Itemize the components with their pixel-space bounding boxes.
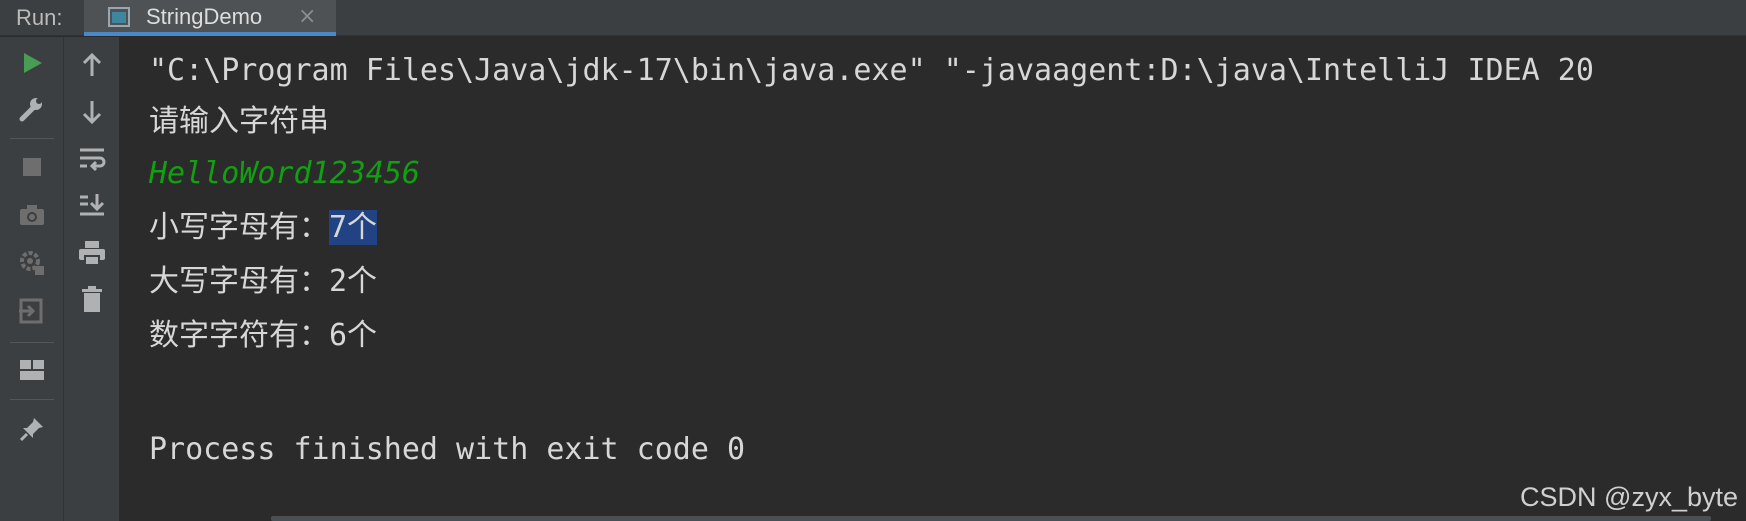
down-arrow-icon[interactable]	[72, 92, 112, 132]
print-icon[interactable]	[72, 233, 112, 273]
layout-icon[interactable]	[12, 350, 52, 390]
digit-count-line: 数字字符有：6个	[149, 318, 378, 353]
command-line: "C:\Program Files\Java\jdk-17\bin\java.e…	[149, 53, 1594, 88]
exit-icon[interactable]	[12, 291, 52, 331]
settings-icon[interactable]	[12, 243, 52, 283]
console-output[interactable]: "C:\Program Files\Java\jdk-17\bin\java.e…	[121, 37, 1746, 521]
run-toolbar-secondary	[64, 37, 120, 521]
stop-icon[interactable]	[12, 147, 52, 187]
run-label: Run:	[16, 5, 63, 30]
lowercase-label: 小写字母有：	[149, 210, 329, 245]
user-input-line: HelloWord123456	[149, 156, 420, 191]
lowercase-count-line: 小写字母有：7个	[149, 208, 378, 248]
toolbar-separator	[10, 342, 54, 343]
rerun-icon[interactable]	[12, 43, 52, 83]
watermark: CSDN @zyx_byte	[1520, 482, 1738, 512]
prompt-line: 请输入字符串	[149, 104, 329, 139]
console-window-icon	[108, 7, 130, 27]
horizontal-scrollbar[interactable]	[271, 516, 1711, 521]
run-toolbar-primary	[0, 37, 64, 521]
trash-icon[interactable]	[72, 279, 112, 319]
up-arrow-icon[interactable]	[72, 45, 112, 85]
selected-text[interactable]: 7个	[329, 210, 378, 245]
tab-stringdemo[interactable]: StringDemo ×	[84, 0, 336, 36]
exit-code-line: Process finished with exit code 0	[149, 432, 746, 467]
toolbar-separator	[10, 399, 54, 400]
scroll-to-end-icon[interactable]	[72, 185, 112, 225]
close-icon[interactable]: ×	[298, 4, 316, 29]
wrench-icon[interactable]	[12, 89, 52, 129]
toolbar-separator	[10, 138, 54, 139]
uppercase-count-line: 大写字母有：2个	[149, 264, 378, 299]
camera-icon[interactable]	[12, 195, 52, 235]
run-tool-window-header: Run: StringDemo ×	[0, 0, 1746, 36]
soft-wrap-icon[interactable]	[72, 139, 112, 179]
pin-icon[interactable]	[12, 409, 52, 449]
tab-label: StringDemo	[146, 4, 263, 29]
